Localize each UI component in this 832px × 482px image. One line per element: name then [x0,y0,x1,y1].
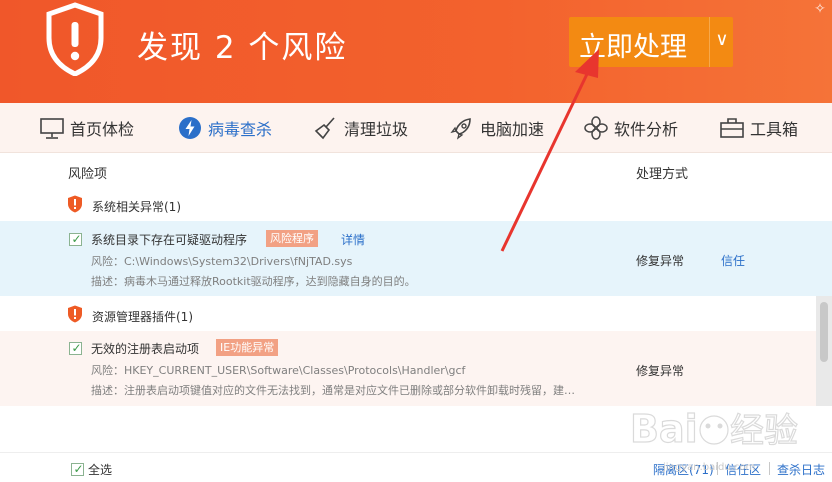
checkmark-icon: ✓ [73,462,84,476]
fix-method[interactable]: 修复异常 [636,362,684,379]
details-link[interactable]: 详情 [341,231,365,248]
tab-speed-up[interactable]: 电脑加速 [448,111,544,145]
scrollbar[interactable] [816,296,832,406]
group-title-system: 系统相关异常(1) [92,200,181,214]
scan-log-link[interactable]: 查杀日志 [777,461,825,478]
fix-now-label: 立即处理 [579,32,687,63]
tab-toolbox[interactable]: 工具箱 [718,111,798,145]
item-checkbox[interactable]: ✓ [69,232,82,246]
item-title: 系统目录下存在可疑驱动程序 [91,233,248,247]
main-tabs: 首页体检 病毒查杀 清理垃圾 电脑加速 软件分析 工具箱 [0,103,832,153]
column-header-method: 处理方式 [636,167,689,182]
tab-label: 病毒查杀 [208,120,273,139]
result-header: 发现 2 个风险 立即处理 ∨ ✧ [0,0,832,103]
monitor-icon [40,118,64,139]
button-divider [709,17,710,67]
fix-now-button[interactable]: 立即处理 ∨ [569,17,733,67]
sparkle-icon[interactable]: ✧ [808,0,832,20]
divider [769,462,770,475]
pinwheel-icon [584,116,608,140]
warning-shield-icon [68,305,82,323]
bolt-shield-icon [179,117,201,139]
list-item[interactable]: ✓ 无效的注册表启动项 IE功能异常 风险：HKEY_CURRENT_USER\… [0,331,832,406]
risk-path: 风险：HKEY_CURRENT_USER\Software\Classes\Pr… [91,364,466,377]
tab-software-analysis[interactable]: 软件分析 [582,111,678,145]
risk-tag: 风险程序 [266,230,318,247]
broom-icon [314,117,335,140]
watermark-url: jingyan.baidu.com [663,462,756,473]
tab-home-check[interactable]: 首页体检 [38,111,134,145]
baidu-watermark-logo: Bai 经验 [630,406,799,451]
column-header-risk: 风险项 [68,167,108,182]
rocket-icon [450,118,471,140]
item-checkbox[interactable]: ✓ [69,341,82,355]
warning-shield-icon [68,195,82,213]
tab-label: 电脑加速 [480,120,545,139]
select-all-label[interactable]: 全选 [88,461,112,478]
risk-tag: IE功能异常 [216,339,279,356]
trust-link[interactable]: 信任 [721,252,745,269]
tab-label: 软件分析 [614,120,679,139]
tab-label: 工具箱 [750,120,799,139]
tab-virus-scan[interactable]: 病毒查杀 [176,111,272,145]
fix-method[interactable]: 修复异常 [636,252,684,269]
shield-alert-icon [46,2,104,76]
page-title: 发现 2 个风险 [137,30,348,66]
svg-text:Bai: Bai [630,407,698,451]
item-title: 无效的注册表启动项 [91,342,200,356]
toolbox-icon [720,118,744,138]
chevron-down-icon[interactable]: ∨ [714,25,730,55]
list-item[interactable]: ✓ 系统目录下存在可疑驱动程序 风险程序 详情 风险：C:\Windows\Sy… [0,221,832,296]
group-title-explorer: 资源管理器插件(1) [92,310,193,324]
tab-label: 清理垃圾 [344,120,409,139]
scrollbar-thumb[interactable] [820,302,828,362]
select-all-checkbox[interactable]: ✓ [71,462,84,476]
risk-description: 描述：病毒木马通过释放Rootkit驱动程序，达到隐藏自身的目的。 [91,275,416,288]
risk-path: 风险：C:\Windows\System32\Drivers\fNjTAD.sy… [91,255,353,268]
checkmark-icon: ✓ [71,341,82,355]
tab-label: 首页体检 [70,120,135,139]
checkmark-icon: ✓ [71,232,82,246]
tab-clean-junk[interactable]: 清理垃圾 [312,111,408,145]
svg-text:经验: 经验 [730,411,798,451]
risk-description: 描述：注册表启动项键值对应的文件无法找到，通常是对应文件已删除或部分软件卸载时残… [91,384,575,397]
